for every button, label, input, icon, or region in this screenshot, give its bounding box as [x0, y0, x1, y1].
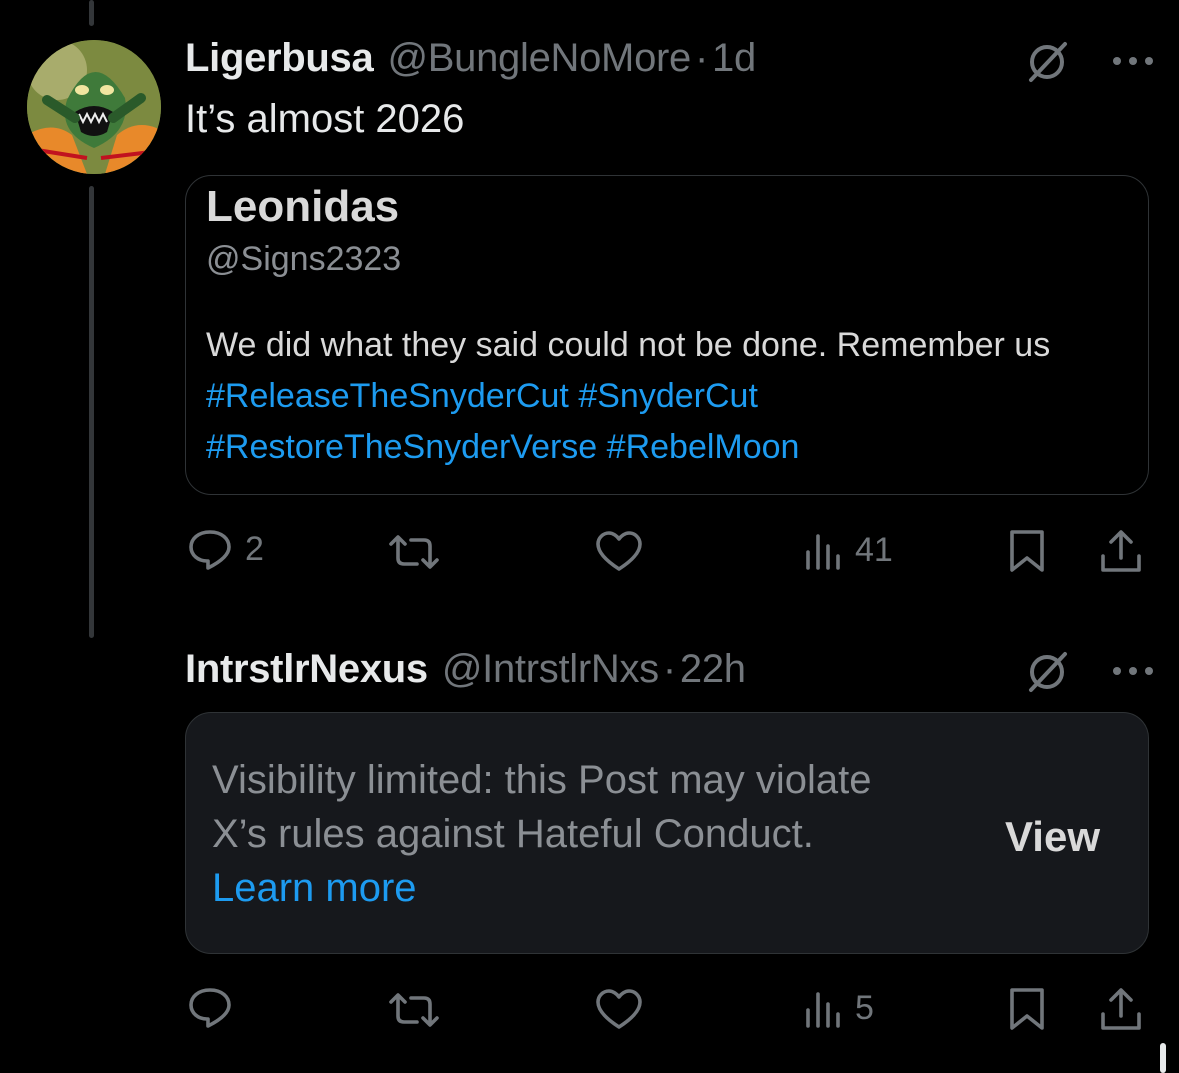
heart-icon — [596, 989, 642, 1029]
bookmark-icon — [1010, 530, 1044, 572]
grok-icon[interactable] — [1025, 648, 1071, 694]
quoted-text: We did what they said could not be done.… — [206, 326, 1051, 364]
more-options-icon[interactable] — [1111, 51, 1155, 71]
bookmark-icon — [1010, 988, 1044, 1030]
post-time[interactable]: 22h — [680, 647, 746, 692]
learn-more-link[interactable]: Learn more — [212, 866, 417, 910]
notice-text: Visibility limited: this Post may violat… — [212, 758, 872, 856]
share-icon — [1101, 530, 1141, 572]
views-chart-icon — [806, 534, 840, 570]
quoted-display-name: Leonidas — [206, 182, 400, 231]
repost-icon — [389, 535, 439, 569]
more-options-icon[interactable] — [1111, 661, 1155, 681]
reply-button[interactable] — [187, 986, 245, 1028]
bookmark-button[interactable] — [1007, 528, 1047, 574]
visibility-limited-notice: Visibility limited: this Post may violat… — [185, 712, 1149, 954]
share-button[interactable] — [1099, 528, 1143, 574]
post-time[interactable]: 1d — [712, 36, 756, 81]
view-count: 41 — [855, 530, 893, 569]
post-header-icons — [1025, 38, 1155, 84]
hashtag[interactable]: #RestoreTheSnyderVerse — [206, 428, 597, 466]
quoted-post[interactable]: Leonidas @Signs2323 We did what they sai… — [185, 175, 1149, 495]
view-count: 5 — [855, 988, 874, 1027]
reply-icon — [189, 530, 231, 570]
repost-button[interactable] — [387, 534, 453, 570]
quoted-handle: @Signs2323 — [206, 240, 402, 278]
reply-button[interactable]: 2 — [187, 528, 264, 570]
hashtag[interactable]: #ReleaseTheSnyderCut — [206, 377, 569, 415]
avatar[interactable] — [27, 40, 161, 174]
views-chart-icon — [806, 992, 840, 1028]
time-separator: · — [662, 647, 676, 691]
quoted-text-block: We did what they said could not be done.… — [206, 320, 1128, 473]
action-bar: 2 41 — [185, 518, 1149, 578]
share-button[interactable] — [1099, 986, 1143, 1032]
like-button[interactable] — [595, 988, 655, 1030]
post-header: IntrstlrNexus @IntrstlrNxs · 22h — [185, 647, 746, 692]
reply-count: 2 — [245, 529, 264, 568]
display-name[interactable]: IntrstlrNexus — [185, 647, 428, 692]
user-handle[interactable]: @IntrstlrNxs — [442, 647, 659, 692]
notice-text-block: Visibility limited: this Post may violat… — [212, 753, 872, 915]
reply-icon — [189, 988, 231, 1028]
views-button[interactable]: 5 — [803, 988, 874, 1028]
display-name[interactable]: Ligerbusa — [185, 36, 374, 81]
hashtag[interactable]: #RebelMoon — [607, 428, 800, 466]
post-header: Ligerbusa @BungleNoMore · 1d — [185, 36, 756, 81]
view-button[interactable]: View — [1005, 813, 1100, 861]
post-header-icons — [1025, 648, 1155, 694]
time-separator: · — [694, 36, 709, 80]
heart-icon — [596, 531, 642, 571]
cartoon-avatar-icon — [27, 40, 161, 174]
repost-icon — [389, 993, 439, 1027]
like-button[interactable] — [595, 530, 655, 572]
user-handle[interactable]: @BungleNoMore — [387, 36, 691, 81]
thread-line-top — [89, 0, 94, 26]
views-button[interactable]: 41 — [803, 530, 893, 570]
hashtag[interactable]: #SnyderCut — [578, 377, 758, 415]
share-icon — [1101, 988, 1141, 1030]
repost-button[interactable] — [387, 992, 453, 1028]
bookmark-button[interactable] — [1007, 986, 1047, 1032]
action-bar: 5 — [185, 976, 1149, 1036]
post-text: It’s almost 2026 — [185, 97, 465, 141]
grok-icon[interactable] — [1025, 38, 1071, 84]
thread-line — [89, 186, 94, 638]
